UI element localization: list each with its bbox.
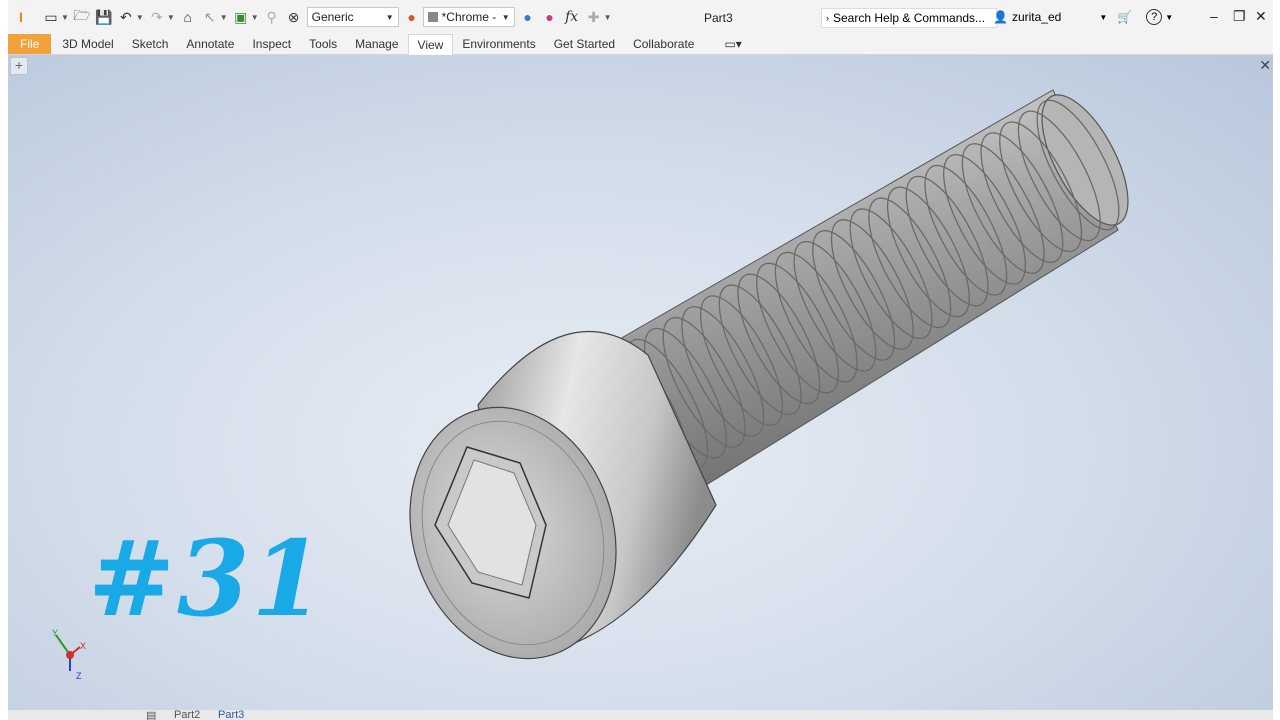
close-window-button[interactable]: ✕ xyxy=(1255,8,1267,25)
redo-dropdown-icon[interactable]: ▼ xyxy=(167,13,175,22)
axis-y-label: Y xyxy=(52,628,58,638)
appearance-select[interactable]: *Chrome - ▼ xyxy=(422,7,515,27)
measure-icon[interactable]: ⚲ xyxy=(263,8,281,26)
material-icon[interactable]: ⊗ xyxy=(285,8,303,26)
undo-dropdown-icon[interactable]: ▼ xyxy=(136,13,144,22)
doc-tab-part2[interactable]: Part2 xyxy=(174,709,200,720)
ribbon-display-options-icon[interactable]: ▭▾ xyxy=(715,34,750,54)
ribbon-tab-bar: File 3D Model Sketch Annotate Inspect To… xyxy=(8,33,1273,55)
appearance-value: *Chrome - xyxy=(441,10,497,24)
chevron-down-icon: ▼ xyxy=(501,12,510,22)
tab-view[interactable]: View xyxy=(407,33,454,55)
new-dropdown-icon[interactable]: ▼ xyxy=(61,13,69,22)
search-help-input[interactable]: › Search Help & Commands... xyxy=(821,8,997,28)
tab-collaborate[interactable]: Collaborate xyxy=(624,34,703,54)
document-title: Part3 xyxy=(704,11,733,25)
save-icon[interactable]: 💾 xyxy=(95,8,113,26)
tab-manage[interactable]: Manage xyxy=(346,34,407,54)
chevron-down-icon: ▼ xyxy=(385,12,394,22)
adjust-appearance-icon[interactable]: ● xyxy=(519,8,537,26)
tab-3d-model[interactable]: 3D Model xyxy=(53,34,122,54)
customize-dropdown-icon[interactable]: ▼ xyxy=(604,13,612,22)
help-icon[interactable]: ? xyxy=(1146,9,1163,25)
update-dropdown-icon[interactable]: ▼ xyxy=(251,13,259,22)
axis-x-label: X xyxy=(80,641,86,651)
episode-number-overlay: #31 xyxy=(88,517,326,640)
doc-tab-part3[interactable]: Part3 xyxy=(218,709,244,720)
undo-icon[interactable]: ↶ xyxy=(117,8,135,26)
doc-tab-icon[interactable]: ▤ xyxy=(146,709,156,720)
tab-tools[interactable]: Tools xyxy=(300,34,346,54)
tab-inspect[interactable]: Inspect xyxy=(243,34,300,54)
new-file-icon[interactable]: ▭ xyxy=(42,8,60,26)
restore-button[interactable]: ❐ xyxy=(1233,8,1246,25)
axis-z-label: Z xyxy=(76,671,82,681)
chevron-down-icon: ▼ xyxy=(1165,12,1174,22)
redo-icon[interactable]: ↷ xyxy=(148,8,166,26)
parameters-fx-icon[interactable]: fx xyxy=(563,8,581,26)
tab-environments[interactable]: Environments xyxy=(453,34,544,54)
tab-sketch[interactable]: Sketch xyxy=(123,34,178,54)
clear-appearance-icon[interactable]: ● xyxy=(541,8,559,26)
material-select[interactable]: Generic ▼ xyxy=(306,7,399,27)
user-name: zurita_ed xyxy=(1011,10,1062,24)
chevron-down-icon: ▼ xyxy=(1099,12,1108,22)
minimize-button[interactable]: – xyxy=(1210,8,1218,24)
appearance-swatch-icon xyxy=(427,12,438,22)
axis-triad-icon[interactable]: Y X Z xyxy=(48,627,88,683)
add-icon[interactable]: ✚ xyxy=(585,8,603,26)
app-logo-icon[interactable]: I xyxy=(12,8,30,26)
user-icon: 👤 xyxy=(993,10,1008,24)
chevron-right-icon: › xyxy=(826,13,829,23)
inventor-window: I ▭ ▼ 🗁 💾 ↶ ▼ ↷ ▼ ⌂ ↖ ▼ ▣ ▼ ⚲ ⊗ Generic ▼ ● *… xyxy=(8,0,1273,720)
select-dropdown-icon[interactable]: ▼ xyxy=(220,13,228,22)
search-placeholder: Search Help & Commands... xyxy=(833,11,986,25)
material-value: Generic xyxy=(311,10,354,24)
cart-icon[interactable]: 🛒 xyxy=(1117,10,1132,24)
tab-file[interactable]: File xyxy=(8,34,52,54)
select-icon[interactable]: ↖ xyxy=(201,8,219,26)
update-icon[interactable]: ▣ xyxy=(232,8,250,26)
tab-get-started[interactable]: Get Started xyxy=(545,34,624,54)
graphics-viewport[interactable]: + ✕ #31 Y X Z xyxy=(8,55,1273,710)
tab-annotate[interactable]: Annotate xyxy=(177,34,243,54)
open-folder-icon[interactable]: 🗁 xyxy=(73,7,91,26)
home-icon[interactable]: ⌂ xyxy=(179,8,197,26)
user-account[interactable]: 👤 zurita_ed ▼ 🛒 ? ▼ xyxy=(993,9,1173,25)
appearance-sphere-icon[interactable]: ● xyxy=(403,8,421,26)
document-tab-bar: ▤ Part2 Part3 xyxy=(8,709,1273,720)
